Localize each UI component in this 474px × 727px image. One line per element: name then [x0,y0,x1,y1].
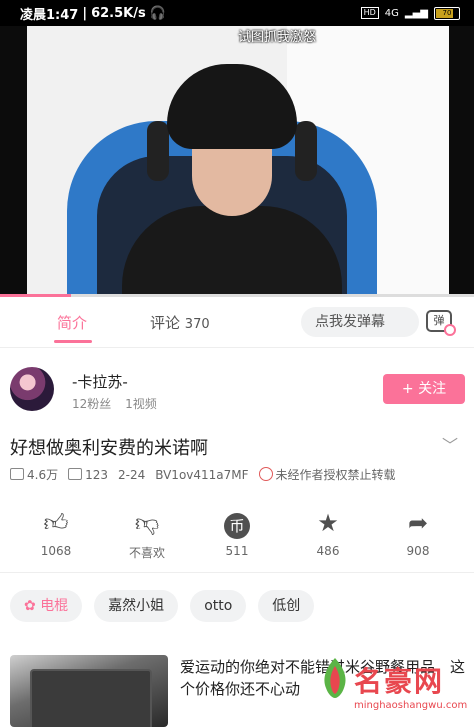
video-player[interactable]: 试图抓我激怒 [0,26,474,296]
tab-indicator [54,340,92,343]
network-speed: 62.5K/s [91,5,146,21]
tab-intro[interactable]: 简介 [57,312,87,333]
thumbs-up-icon: 👍︎ [43,509,69,537]
play-count-icon [10,468,24,480]
divider [0,572,474,573]
like-count: 1068 [40,544,72,558]
danmaku-input[interactable]: 点我发弹幕 [301,307,419,337]
action-bar: 👍︎ 1068 👎︎ 不喜欢 币 511 ★ 486 ➦ 908 [0,508,474,568]
favorite-button[interactable]: ★ 486 [288,508,368,558]
danmaku-comment: 试图抓我激怒 [238,30,317,45]
headphones-icon: 🎧 [149,5,166,21]
tab-comments[interactable]: 评论 370 [150,312,210,333]
tab-bar: 简介 评论 370 点我发弹幕 弹 [0,297,474,348]
copyright-notice: 未经作者授权禁止转载 [275,468,396,482]
video-meta: 4.6万 123 2-24 BV1ov411a7MF 未经作者授权禁止转载 [10,466,396,483]
tag-list: ✿ 电棍 嘉然小姐 otto 低创 [10,590,315,622]
danmaku-toggle-icon[interactable]: 弹 [426,310,456,336]
danmaku-count: 123 [85,467,108,482]
publish-date: 2-24 [118,467,146,482]
bv-id: BV1ov411a7MF [155,467,249,482]
chevron-down-icon[interactable]: ﹀ [442,432,458,456]
tag-item[interactable]: 低创 [258,590,315,622]
tag-item[interactable]: 嘉然小姐 [94,590,179,622]
battery-level: 70 [442,8,452,17]
recommendation-thumbnail[interactable] [10,655,168,727]
battery-icon: 70 [434,6,460,20]
status-time: 凌晨1:47 [20,7,79,23]
favorite-count: 486 [316,544,340,558]
tag-item[interactable]: ✿ 电棍 [10,590,83,622]
video-title: 好想做奥利安费的米诺啊 [10,438,208,459]
star-icon: ★ [317,509,339,537]
view-count: 4.6万 [27,468,59,482]
like-button[interactable]: 👍︎ 1068 [16,508,96,558]
site-watermark: 名豪网 minghaoshangwu.com [314,654,468,724]
coin-count: 511 [225,544,249,558]
avatar[interactable] [10,367,54,411]
coin-button[interactable]: 币 511 [197,508,277,558]
hot-tag-icon: ✿ [24,598,41,614]
network-type: 4G [384,7,399,19]
video-frame [27,26,449,296]
status-bar: 凌晨1:47 | 62.5K/s 🎧 HD 4G ▂▄▆ 70 [0,0,474,26]
uploader-name[interactable]: -卡拉苏- [72,371,128,392]
tag-item[interactable]: otto [190,590,247,622]
share-button[interactable]: ➦ 908 [378,508,458,558]
share-count: 908 [406,544,430,558]
comment-count: 370 [184,317,210,332]
share-icon: ➦ [407,509,429,537]
coin-icon: 币 [224,513,250,539]
hd-icon: HD [360,7,379,19]
watermark-url: minghaoshangwu.com [354,700,468,711]
follow-button[interactable]: + 关注 [383,374,465,404]
watermark-logo-icon [324,658,346,698]
thumbs-down-icon: 👎︎ [134,509,160,537]
uploader-stats: 12粉丝 1视频 [72,397,157,411]
dislike-label: 不喜欢 [128,546,165,560]
watermark-text: 名豪网 [354,665,445,698]
danmaku-count-icon [68,467,83,480]
dislike-button[interactable]: 👎︎ 不喜欢 [107,508,187,561]
no-repost-icon [258,467,273,481]
signal-icon: ▂▄▆ [404,7,428,19]
